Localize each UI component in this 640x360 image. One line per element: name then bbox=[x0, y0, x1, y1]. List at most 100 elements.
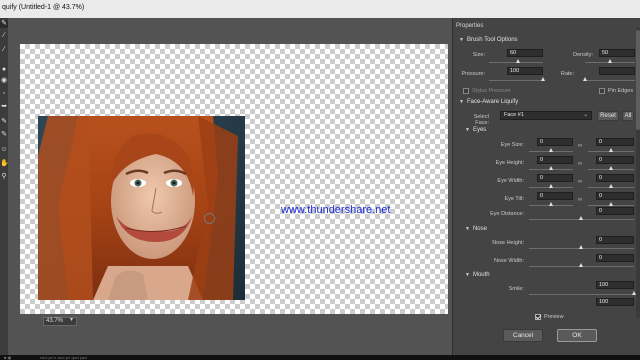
collapse-triangle-icon: ▼ bbox=[465, 272, 470, 278]
thaw-mask-tool-icon[interactable]: ✎ bbox=[0, 131, 8, 139]
size-slider[interactable] bbox=[489, 59, 543, 63]
eye-size-label: Eye Size: bbox=[500, 142, 524, 148]
slider-thumb[interactable] bbox=[548, 184, 553, 188]
brush-options-header[interactable]: ▼ Brush Tool Options bbox=[459, 37, 518, 43]
stylus-pressure-label: Stylus Pressure bbox=[472, 88, 511, 94]
smooth-tool-icon[interactable]: ∕ bbox=[0, 46, 8, 54]
bloat-tool-icon[interactable]: ◦ bbox=[0, 90, 8, 98]
title-bar: quify (Untitled-1 @ 43.7%) bbox=[0, 0, 640, 18]
panel-title: Properties bbox=[456, 23, 484, 29]
eye-height-left-slider[interactable] bbox=[529, 166, 573, 170]
link-chain-icon[interactable]: ∞ bbox=[578, 196, 582, 204]
taskbar-left-icons[interactable]: ■ ▣ bbox=[4, 355, 11, 360]
zoom-dropdown-icon[interactable]: ▾ bbox=[70, 316, 73, 323]
eye-distance-label: Eye Distance: bbox=[490, 211, 524, 217]
slider-thumb[interactable] bbox=[608, 184, 613, 188]
forward-warp-tool-icon[interactable]: ✎ bbox=[0, 20, 8, 28]
eye-size-right-input[interactable]: 0 bbox=[596, 138, 634, 146]
reconstruct-tool-icon[interactable]: ∕ bbox=[0, 32, 8, 40]
density-slider[interactable] bbox=[585, 59, 635, 63]
eye-size-left-input[interactable]: 0 bbox=[537, 138, 573, 146]
collapse-triangle-icon: ▼ bbox=[459, 37, 464, 43]
pressure-input[interactable]: 100 bbox=[507, 67, 543, 75]
pucker-tool-icon[interactable]: ◉ bbox=[0, 77, 8, 85]
eye-width-right-slider[interactable] bbox=[588, 184, 634, 188]
slider-thumb[interactable] bbox=[548, 148, 553, 152]
upper-lip-input[interactable]: 100 bbox=[596, 298, 634, 306]
slider-thumb[interactable] bbox=[631, 291, 636, 295]
nose-height-slider[interactable] bbox=[529, 245, 634, 249]
window-title: quify (Untitled-1 @ 43.7%) bbox=[2, 4, 85, 11]
eye-distance-slider[interactable] bbox=[529, 216, 634, 220]
scrollbar-thumb[interactable] bbox=[636, 30, 640, 130]
hand-tool-icon[interactable]: ✋ bbox=[0, 160, 9, 168]
eye-tilt-right-input[interactable]: 0 bbox=[596, 192, 634, 200]
nose-width-slider[interactable] bbox=[529, 263, 634, 267]
face-aware-header[interactable]: ▼ Face-Aware Liquify bbox=[459, 99, 518, 105]
pressure-slider[interactable] bbox=[489, 77, 545, 81]
slider-thumb[interactable] bbox=[579, 216, 583, 220]
panel-scrollbar[interactable] bbox=[636, 28, 640, 318]
eye-tilt-right-slider[interactable] bbox=[588, 202, 634, 206]
nose-height-input[interactable]: 0 bbox=[596, 236, 634, 244]
eye-width-right-input[interactable]: 0 bbox=[596, 174, 634, 182]
slider-thumb[interactable] bbox=[608, 166, 613, 170]
reset-button[interactable]: Reset bbox=[597, 111, 619, 121]
pin-edges-label: Pin Edges bbox=[608, 88, 634, 94]
density-label: Density: bbox=[573, 52, 593, 58]
smile-slider[interactable] bbox=[529, 291, 636, 295]
face-tool-icon[interactable]: ☺ bbox=[0, 146, 8, 154]
eye-tilt-left-slider[interactable] bbox=[529, 202, 573, 206]
eye-tilt-left-input[interactable]: 0 bbox=[537, 192, 573, 200]
eye-height-label: Eye Height: bbox=[495, 160, 524, 166]
eye-height-left-input[interactable]: 0 bbox=[537, 156, 573, 164]
pin-edges-checkbox[interactable] bbox=[599, 88, 605, 94]
slider-thumb[interactable] bbox=[579, 263, 583, 267]
select-face-value: Face #1 bbox=[504, 112, 524, 118]
eye-height-right-slider[interactable] bbox=[588, 166, 634, 170]
size-slider-thumb[interactable] bbox=[516, 59, 521, 63]
cancel-button[interactable]: Cancel bbox=[503, 329, 543, 342]
eyes-header[interactable]: ▼ Eyes bbox=[465, 127, 486, 133]
slider-thumb[interactable] bbox=[608, 202, 613, 206]
rate-slider[interactable] bbox=[582, 77, 635, 81]
size-label: Size: bbox=[472, 52, 485, 58]
slider-thumb[interactable] bbox=[548, 166, 553, 170]
brush-cursor bbox=[204, 213, 215, 224]
push-left-tool-icon[interactable]: ➥ bbox=[0, 103, 8, 111]
rate-input[interactable] bbox=[599, 67, 635, 75]
slider-thumb[interactable] bbox=[608, 148, 613, 152]
eye-height-right-input[interactable]: 0 bbox=[596, 156, 634, 164]
preview-checkbox[interactable] bbox=[535, 314, 541, 320]
density-slider-thumb[interactable] bbox=[607, 59, 612, 63]
all-button[interactable]: All bbox=[622, 111, 634, 121]
nose-header[interactable]: ▼ Nose bbox=[465, 226, 487, 232]
stylus-pressure-checkbox[interactable] bbox=[463, 88, 469, 94]
link-chain-icon[interactable]: ∞ bbox=[578, 160, 582, 168]
zoom-tool-icon[interactable]: ⚲ bbox=[0, 173, 8, 181]
pressure-slider-thumb[interactable] bbox=[540, 77, 545, 81]
select-face-dropdown[interactable]: Face #1 ⌄ bbox=[500, 111, 592, 120]
eye-distance-input[interactable]: 0 bbox=[596, 207, 634, 215]
slider-thumb[interactable] bbox=[548, 202, 553, 206]
eye-size-left-slider[interactable] bbox=[529, 148, 573, 152]
smile-input[interactable]: 100 bbox=[596, 281, 634, 289]
eye-width-label: Eye Width: bbox=[497, 178, 524, 184]
size-input[interactable]: 60 bbox=[507, 49, 543, 57]
freeze-mask-tool-icon[interactable]: ✎ bbox=[0, 118, 8, 126]
twirl-tool-icon[interactable]: ● bbox=[0, 66, 8, 74]
mouth-header[interactable]: ▼ Mouth bbox=[465, 272, 490, 278]
collapse-triangle-icon: ▼ bbox=[465, 226, 470, 232]
eye-width-left-slider[interactable] bbox=[529, 184, 573, 188]
rate-slider-thumb[interactable] bbox=[582, 77, 587, 81]
nose-width-input[interactable]: 0 bbox=[596, 254, 634, 262]
image-canvas[interactable]: www.thundershare.net bbox=[20, 44, 448, 314]
eye-width-left-input[interactable]: 0 bbox=[537, 174, 573, 182]
link-chain-icon[interactable]: ∞ bbox=[578, 178, 582, 186]
zoom-level-value: 43.7% bbox=[46, 318, 64, 324]
eye-size-right-slider[interactable] bbox=[588, 148, 634, 152]
slider-thumb[interactable] bbox=[579, 245, 583, 249]
density-input[interactable]: 50 bbox=[599, 49, 635, 57]
link-chain-icon[interactable]: ∞ bbox=[578, 142, 582, 150]
ok-button[interactable]: OK bbox=[557, 329, 597, 342]
